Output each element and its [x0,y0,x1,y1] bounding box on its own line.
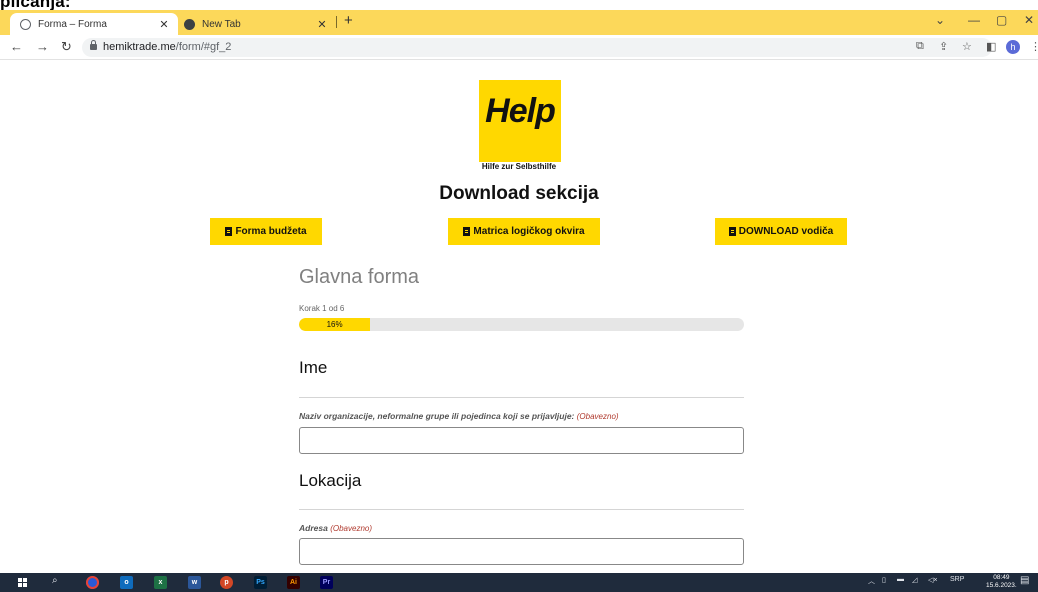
powerpoint-app-icon[interactable]: p [220,576,233,589]
tray-chevron-icon[interactable]: ︿ [868,576,875,586]
back-icon[interactable]: ← [10,39,23,54]
new-tab-button[interactable]: + [344,12,353,29]
close-window-button[interactable]: ✕ [1024,13,1034,27]
button-label: DOWNLOAD vodiča [738,226,834,237]
form-title: Glavna forma [299,266,420,288]
browser-toolbar: ← → ↻ hemiktrade.me/form/#gf_2 ⧉ ⇪ ☆ ◧ h… [0,35,1038,60]
translate-icon[interactable]: ⧉ [916,40,924,53]
taskbar-clock[interactable]: 08:49 15.6.2023. [986,574,1017,590]
download-guide-button[interactable]: DOWNLOAD vodiča [715,218,847,245]
label-text: Naziv organizacije, neformalne grupe ili… [299,411,575,421]
reload-icon[interactable]: ↻ [61,39,72,55]
bookmark-star-icon[interactable]: ☆ [962,40,972,53]
button-label: Matrica logičkog okvira [473,226,585,237]
outlook-app-icon[interactable]: o [120,576,133,589]
chrome-app-icon[interactable] [86,576,99,589]
volume-muted-icon[interactable]: ◁× [928,576,937,584]
section-heading-name: Ime [299,358,328,377]
language-indicator[interactable]: SRP [950,576,964,583]
divider [299,397,744,398]
required-marker: (Obavezno) [576,412,619,421]
profile-avatar[interactable]: h [1006,40,1020,54]
divider [299,509,744,510]
tab-close-icon[interactable]: ✕ [158,18,170,31]
excel-app-icon[interactable]: x [154,576,167,589]
tray-device-icon[interactable]: ▯ [882,576,886,584]
download-section-title: Download sekcija [439,183,599,204]
chrome-icon [184,18,195,30]
notifications-icon[interactable]: ▤ [1020,575,1029,586]
browser-tab-strip: Forma – Forma ✕ New Tab ✕ [0,10,1038,35]
illustrator-app-icon[interactable]: Ai [287,576,300,589]
minimize-button[interactable]: — [968,13,980,27]
clock-time: 08:49 [993,574,1010,581]
org-name-label: Naziv organizacije, neformalne grupe ili… [299,411,619,421]
help-logo[interactable]: Help [479,80,561,162]
search-icon[interactable]: ⌕ [52,575,58,586]
section-heading-location: Lokacija [299,471,362,490]
photoshop-app-icon[interactable]: Ps [254,576,267,589]
lock-icon [90,40,97,50]
side-panel-icon[interactable]: ◧ [986,40,996,53]
globe-icon [20,18,31,30]
word-app-icon[interactable]: w [188,576,201,589]
tab-title: Forma – Forma [38,18,107,30]
clock-date: 15.6.2023. [986,582,1017,589]
org-name-input[interactable] [299,427,744,454]
logo-word: Help [485,92,556,130]
address-input[interactable] [299,538,744,565]
required-marker: (Obavezno) [330,524,372,533]
windows-start-icon[interactable] [18,578,27,587]
progress-bar: 16% [299,318,744,331]
url-path: /form/#gf_2 [175,41,232,53]
network-icon[interactable]: ◿ [912,576,917,584]
address-label: Adresa (Obavezno) [299,523,372,533]
tab-forma[interactable]: Forma – Forma ✕ [10,13,178,35]
maximize-button[interactable]: ▢ [996,13,1007,27]
menu-kebab-icon[interactable]: ⋮ [1030,40,1038,53]
button-label: Forma budžeta [235,226,307,237]
document-icon [463,227,471,236]
url-host: hemiktrade.me [103,41,176,53]
battery-icon[interactable]: ▬ [897,576,904,583]
premiere-app-icon[interactable]: Pr [320,576,333,589]
document-icon [728,227,736,236]
tab-new-tab[interactable]: New Tab ✕ [178,13,336,35]
document-icon [225,227,233,236]
budget-form-button[interactable]: Forma budžeta [210,218,322,245]
address-bar[interactable]: hemiktrade.me/form/#gf_2 [82,38,992,57]
label-text: Adresa [299,523,328,533]
forward-icon[interactable]: → [36,39,49,54]
tab-title: New Tab [202,18,241,30]
tab-search-icon[interactable]: ⌄ [935,13,945,27]
step-indicator: Korak 1 od 6 [299,304,345,313]
share-icon[interactable]: ⇪ [939,40,948,53]
tab-divider [336,16,337,28]
windows-taskbar: ⌕ o x w p Ps Ai Pr ︿ ▯ ▬ ◿ ◁× SRP 08:49 … [0,573,1038,592]
progress-fill: 16% [299,318,371,331]
logo-tagline: Hilfe zur Selbsthilfe [481,162,557,171]
tab-close-icon[interactable]: ✕ [316,18,328,31]
logframe-matrix-button[interactable]: Matrica logičkog okvira [448,218,600,245]
